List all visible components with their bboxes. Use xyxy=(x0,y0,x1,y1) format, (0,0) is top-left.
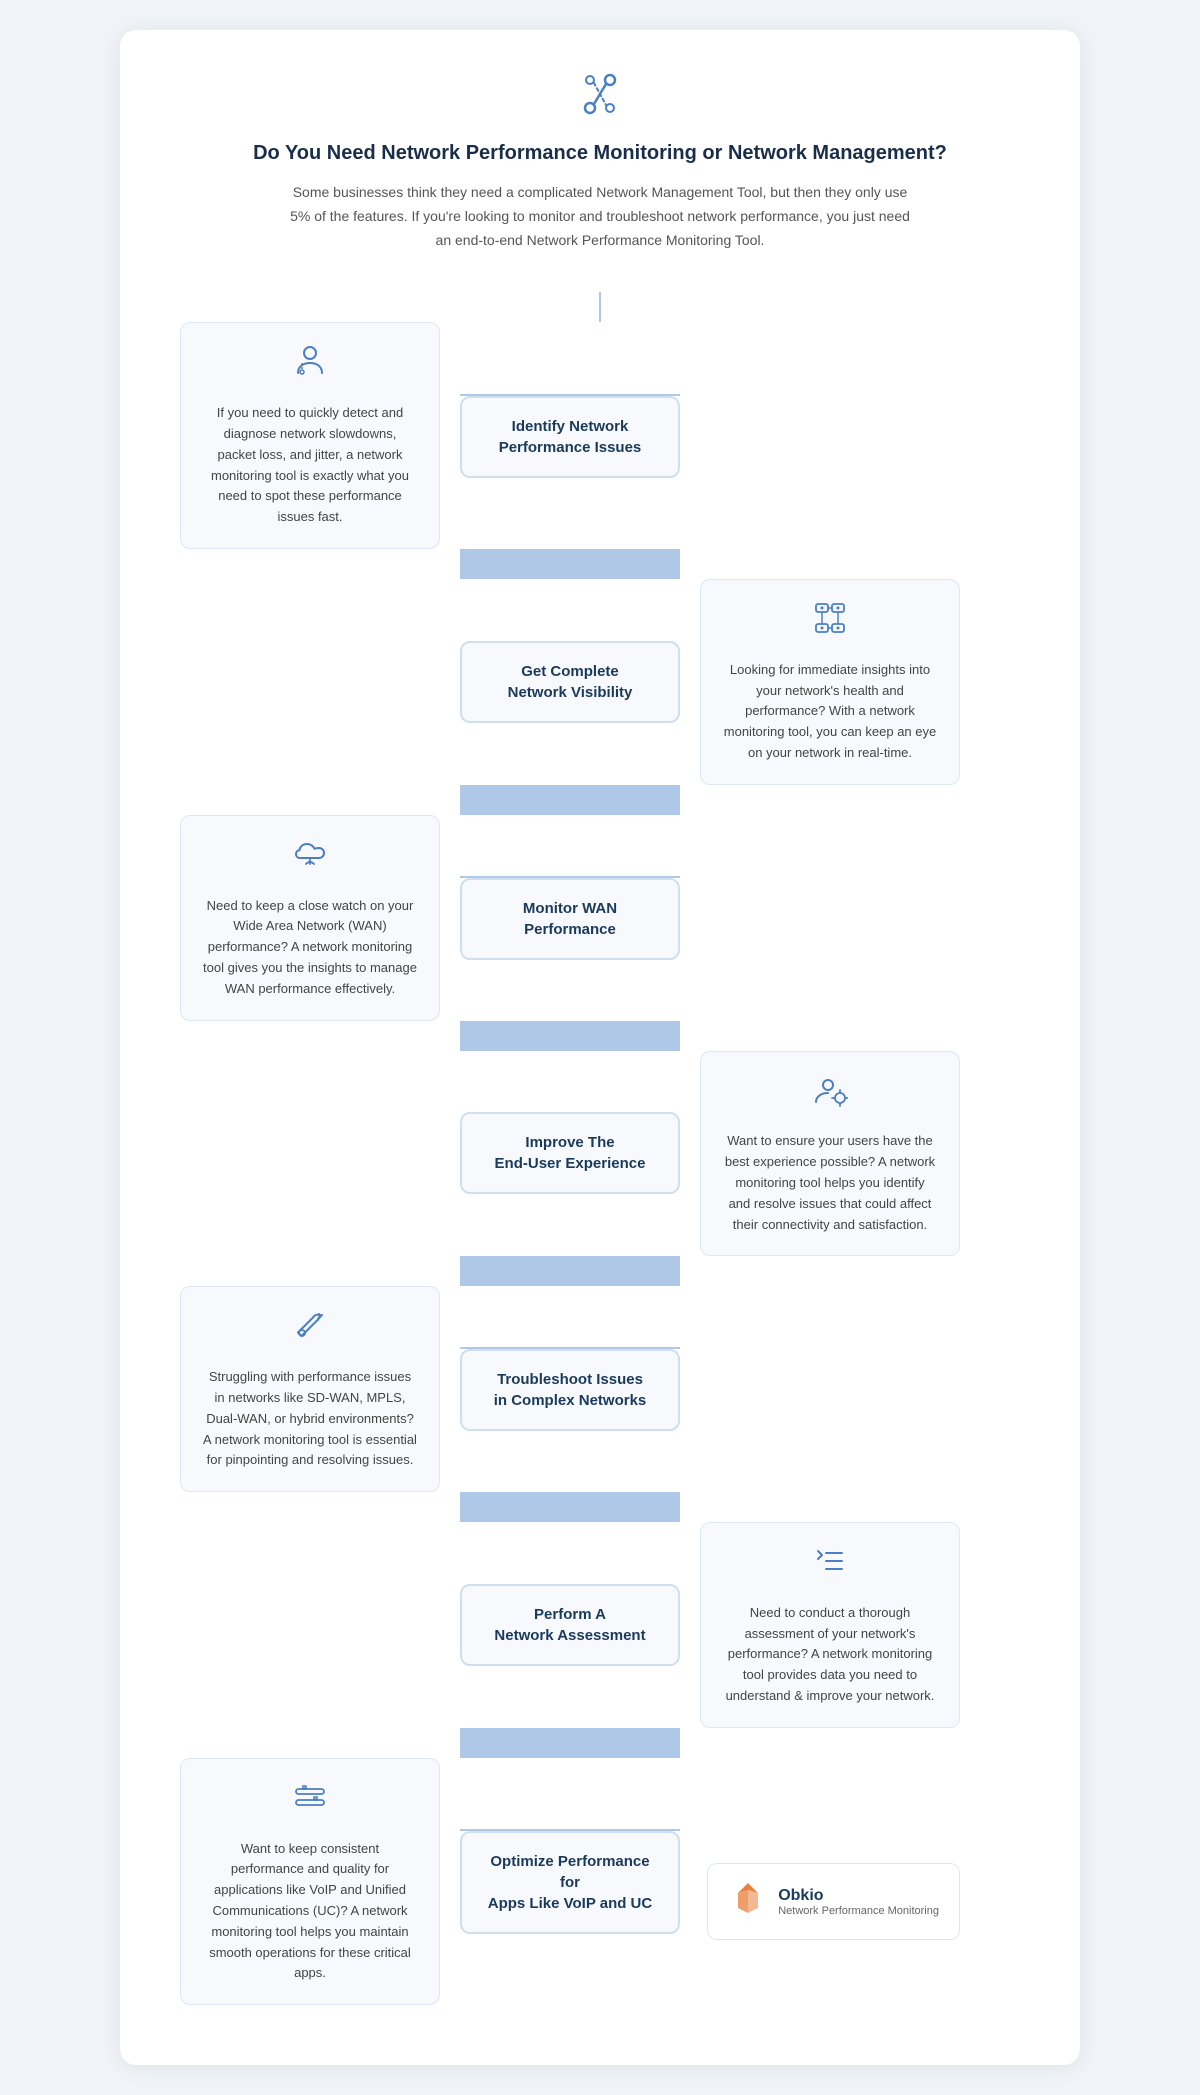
enduser-card-text: Want to ensure your users have the best … xyxy=(725,1133,935,1231)
flow-row-6: Perform ANetwork Assessment Need to cond… xyxy=(180,1522,1020,1728)
node5-left-card: Struggling with performance issues in ne… xyxy=(180,1286,460,1492)
node3-label: Monitor WANPerformance xyxy=(523,900,617,938)
list-arrow-icon xyxy=(723,1543,937,1593)
wrench-icon xyxy=(203,1307,417,1357)
flow-row-3: Need to keep a close watch on your Wide … xyxy=(180,815,1020,1021)
vert-3 xyxy=(180,1021,1020,1051)
optimize-card-text: Want to keep consistent performance and … xyxy=(209,1841,411,1981)
node7-left-card: Want to keep consistent performance and … xyxy=(180,1758,460,2005)
node6-center: Perform ANetwork Assessment xyxy=(460,1584,680,1666)
vert-5 xyxy=(180,1492,1020,1522)
node5-label: Troubleshoot Issuesin Complex Networks xyxy=(494,1371,647,1409)
side-card-identify: If you need to quickly detect and diagno… xyxy=(180,322,440,549)
node3-left-card: Need to keep a close watch on your Wide … xyxy=(180,815,460,1021)
cloud-network-icon xyxy=(203,836,417,886)
identify-card-text: If you need to quickly detect and diagno… xyxy=(211,405,409,524)
obkio-logo-icon xyxy=(728,1878,768,1925)
side-card-enduser: Want to ensure your users have the best … xyxy=(700,1051,960,1257)
node4-label: Improve TheEnd-User Experience xyxy=(495,1134,646,1172)
flow-row-4: Improve TheEnd-User Experience xyxy=(180,1051,1020,1257)
node2-right-card: Looking for immediate insights into your… xyxy=(680,579,960,785)
node4-right-card: Want to ensure your users have the best … xyxy=(680,1051,960,1257)
node-identify: Identify NetworkPerformance Issues xyxy=(460,396,680,478)
page-container: Do You Need Network Performance Monitori… xyxy=(120,30,1080,2065)
header-icon xyxy=(180,70,1020,127)
node-wan: Monitor WANPerformance xyxy=(460,878,680,960)
page-title: Do You Need Network Performance Monitori… xyxy=(180,139,1020,167)
troubleshoot-card-text: Struggling with performance issues in ne… xyxy=(203,1369,417,1467)
node1-left-card: If you need to quickly detect and diagno… xyxy=(180,322,460,549)
node6-label: Perform ANetwork Assessment xyxy=(494,1606,645,1644)
node4-center: Improve TheEnd-User Experience xyxy=(460,1112,680,1194)
obkio-branding: Obkio Network Performance Monitoring xyxy=(707,1863,960,1940)
node-visibility: Get CompleteNetwork Visibility xyxy=(460,641,680,723)
network-grid-icon xyxy=(723,600,937,650)
obkio-name: Obkio xyxy=(778,1887,939,1905)
side-card-optimize: Want to keep consistent performance and … xyxy=(180,1758,440,2005)
visibility-card-text: Looking for immediate insights into your… xyxy=(724,662,936,760)
node-enduser: Improve TheEnd-User Experience xyxy=(460,1112,680,1194)
node7-center: Optimize Performance forApps Like VoIP a… xyxy=(460,1829,680,1934)
settings-icon xyxy=(203,1779,417,1829)
side-card-troubleshoot: Struggling with performance issues in ne… xyxy=(180,1286,440,1492)
flow-row-2: Get CompleteNetwork Visibility xyxy=(180,579,1020,785)
vert-4 xyxy=(180,1256,1020,1286)
vert-2 xyxy=(180,785,1020,815)
user-settings-icon xyxy=(723,1072,937,1122)
node2-center: Get CompleteNetwork Visibility xyxy=(460,641,680,723)
flow-diagram: If you need to quickly detect and diagno… xyxy=(180,292,1020,2005)
flow-row-5: Struggling with performance issues in ne… xyxy=(180,1286,1020,1492)
node-assessment: Perform ANetwork Assessment xyxy=(460,1584,680,1666)
node1-label: Identify NetworkPerformance Issues xyxy=(499,418,642,456)
vert-1 xyxy=(180,549,1020,579)
obkio-subtitle: Network Performance Monitoring xyxy=(778,1905,939,1917)
node7-label: Optimize Performance forApps Like VoIP a… xyxy=(488,1853,652,1912)
assessment-card-text: Need to conduct a thorough assessment of… xyxy=(726,1605,935,1703)
node6-right-card: Need to conduct a thorough assessment of… xyxy=(680,1522,960,1728)
node-optimize: Optimize Performance forApps Like VoIP a… xyxy=(460,1831,680,1934)
top-connector xyxy=(599,292,601,322)
person-network-icon xyxy=(203,343,417,393)
node7-right-obkio: Obkio Network Performance Monitoring xyxy=(680,1823,960,1940)
flow-row-1: If you need to quickly detect and diagno… xyxy=(180,322,1020,549)
obkio-text: Obkio Network Performance Monitoring xyxy=(778,1887,939,1917)
node2-label: Get CompleteNetwork Visibility xyxy=(508,663,633,701)
side-card-assessment: Need to conduct a thorough assessment of… xyxy=(700,1522,960,1728)
node-troubleshoot: Troubleshoot Issuesin Complex Networks xyxy=(460,1349,680,1431)
flow-row-7: Want to keep consistent performance and … xyxy=(180,1758,1020,2005)
wan-card-text: Need to keep a close watch on your Wide … xyxy=(203,898,417,996)
header-description: Some businesses think they need a compli… xyxy=(290,181,910,252)
side-card-visibility: Looking for immediate insights into your… xyxy=(700,579,960,785)
header: Do You Need Network Performance Monitori… xyxy=(180,70,1020,252)
node3-center: Monitor WANPerformance xyxy=(460,876,680,960)
node1-center: Identify NetworkPerformance Issues xyxy=(460,394,680,478)
node5-center: Troubleshoot Issuesin Complex Networks xyxy=(460,1347,680,1431)
vert-6 xyxy=(180,1728,1020,1758)
side-card-wan: Need to keep a close watch on your Wide … xyxy=(180,815,440,1021)
